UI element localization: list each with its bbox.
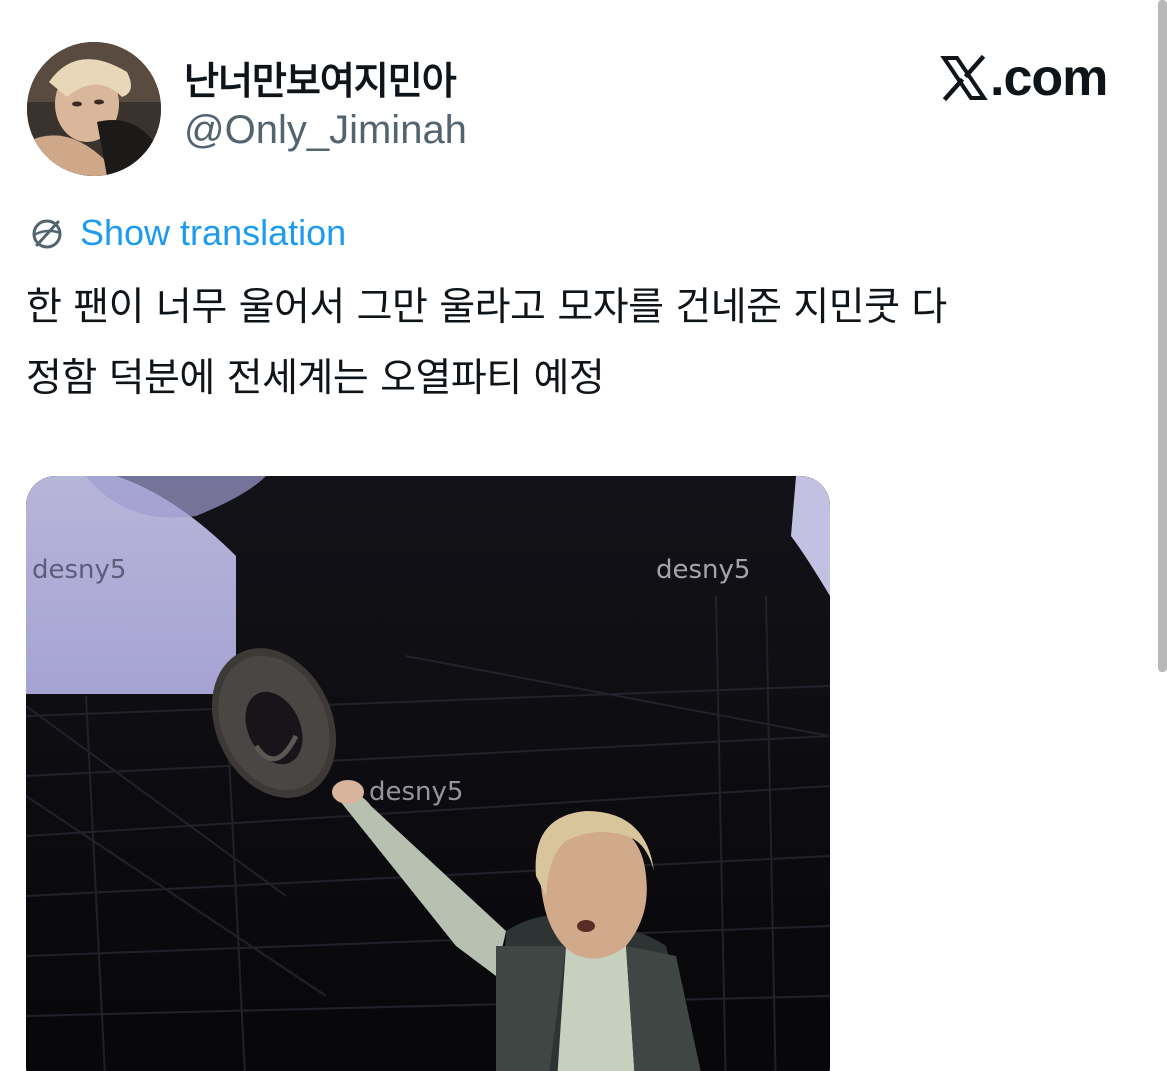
- globe-icon: [32, 219, 62, 249]
- x-logo-icon: [940, 54, 988, 102]
- show-translation-button[interactable]: Show translation: [28, 210, 346, 256]
- avatar-image: [27, 42, 161, 176]
- display-name[interactable]: 난너만보여지민아: [184, 50, 457, 105]
- avatar[interactable]: [27, 42, 161, 176]
- tweet-text: 한 팬이 너무 울어서 그만 울라고 모자를 건네준 지민쿳 다 정함 덕분에 …: [26, 272, 1151, 414]
- brand-text: .com: [990, 49, 1108, 107]
- tweet-text-line: 한 팬이 너무 울어서 그만 울라고 모자를 건네준 지민쿳 다: [26, 285, 947, 330]
- tweet-media[interactable]: desny5 desny5 desny5: [26, 476, 830, 1071]
- brand-logo: .com: [940, 48, 1108, 108]
- user-handle[interactable]: @Only_Jiminah: [184, 108, 467, 153]
- concert-photo: desny5 desny5 desny5: [26, 476, 830, 1071]
- watermark: desny5: [369, 777, 463, 807]
- tweet-text-line: 정함 덕분에 전세계는 오열파티 예정: [26, 356, 605, 401]
- watermark: desny5: [656, 555, 750, 585]
- tweet-card: 난너만보여지민아 @Only_Jiminah .com Show transla…: [0, 0, 1167, 1071]
- scrollbar[interactable]: [1158, 0, 1167, 672]
- show-translation-label: Show translation: [80, 212, 347, 253]
- watermark: desny5: [32, 555, 126, 585]
